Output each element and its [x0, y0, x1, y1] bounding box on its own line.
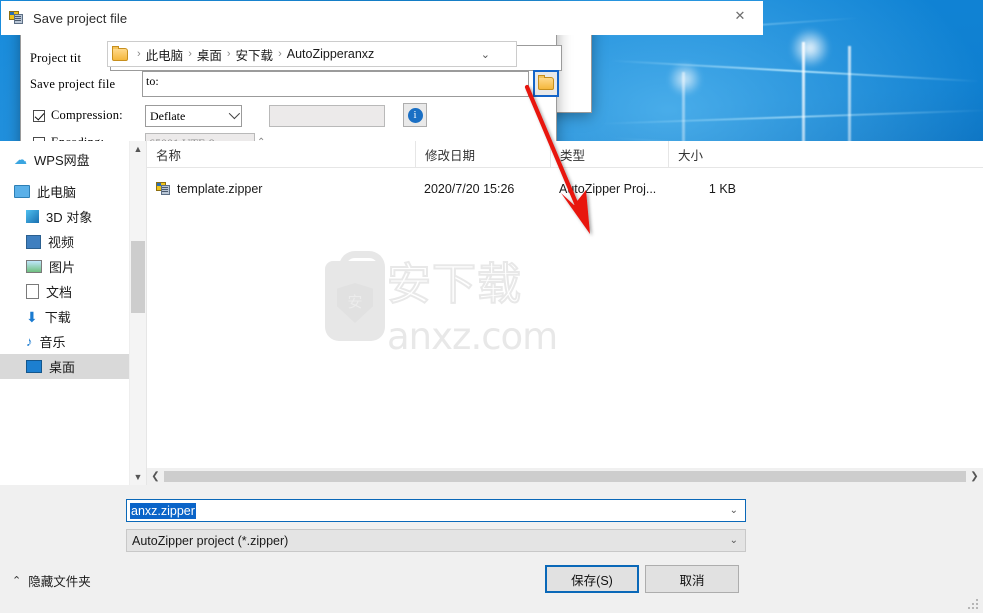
compression-combo[interactable]: Deflate	[145, 105, 242, 127]
nav-item-label: 音乐	[39, 335, 66, 350]
folder-icon	[112, 45, 128, 61]
file-list-hscrollbar[interactable]: ❮ ❯	[147, 468, 983, 485]
column-header-modified[interactable]: 修改日期	[415, 141, 550, 167]
desktop-icon	[26, 360, 42, 373]
table-row[interactable]: template.zipper 2020/7/20 15:26 AutoZipp…	[147, 175, 983, 203]
nav-item-desktop[interactable]: 桌面	[0, 354, 146, 379]
file-size-cell: 1 KB	[708, 182, 736, 196]
save-dialog-close-button[interactable]: ✕	[717, 1, 763, 31]
scroll-up-icon[interactable]: ▲	[130, 141, 146, 157]
breadcrumb-item-3[interactable]: AutoZipperanxz	[287, 47, 375, 61]
navigation-pane-scrollbar[interactable]: ▲ ▼	[129, 141, 146, 485]
watermark-bag-shape	[325, 261, 385, 341]
watermark-brand-en: anxz.com	[387, 315, 558, 358]
save-dialog-titlebar: Save project file ✕	[1, 1, 763, 35]
nav-item-music[interactable]: ♪ 音乐	[0, 329, 146, 354]
file-type-cell: AutoZipper Proj...	[559, 182, 657, 196]
download-icon: ⬇	[26, 308, 38, 325]
nav-item-videos[interactable]: 视频	[0, 229, 146, 254]
nav-item-downloads[interactable]: ⬇ 下载	[0, 304, 146, 329]
nav-item-label: WPS网盘	[34, 153, 90, 168]
save-dialog-content: ☁ WPS网盘 此电脑 3D 对象 视频 图片 文档 ⬇ 下载 ♪ 音乐 桌面 …	[0, 137, 983, 485]
info-icon: i	[407, 107, 423, 123]
scroll-left-icon[interactable]: ❮	[147, 471, 164, 482]
watermark-anxz: 安 安下载 anxz.com	[325, 251, 558, 359]
nav-item-3d-objects[interactable]: 3D 对象	[0, 204, 146, 229]
nav-item-documents[interactable]: 文档	[0, 279, 146, 304]
hide-folders-toggle[interactable]: ⌃ 隐藏文件夹	[12, 571, 91, 590]
nav-item-label: 此电脑	[37, 185, 77, 200]
app-icon	[9, 11, 24, 25]
nav-item-this-pc[interactable]: 此电脑	[0, 179, 146, 204]
chevron-down-icon	[228, 107, 241, 120]
save-dialog-form: 文件名(N): anxz.zipper ⌄ 保存类型(T): AutoZippe…	[0, 485, 983, 613]
breadcrumb-sep: ›	[226, 48, 231, 60]
cloud-icon: ☁	[14, 151, 27, 167]
column-header-name[interactable]: 名称 ⌃	[147, 137, 415, 167]
nav-item-label: 视频	[48, 235, 75, 250]
breadcrumb[interactable]: › 此电脑 › 桌面 › 安下载 › AutoZipperanxz ⌄	[107, 41, 517, 67]
file-list-pane[interactable]: 名称 ⌃ 修改日期 类型 大小 template.zipper 2020/7/2…	[146, 137, 983, 485]
monitor-icon	[14, 185, 30, 198]
scroll-right-icon[interactable]: ❯	[966, 471, 983, 482]
nav-item-label: 文档	[46, 285, 73, 300]
picture-icon	[26, 260, 42, 273]
scrollbar-thumb-horizontal[interactable]	[164, 471, 966, 482]
scrollbar-thumb[interactable]	[131, 241, 145, 313]
breadcrumb-sep: ›	[278, 48, 282, 60]
breadcrumb-dropdown-icon[interactable]: ⌄	[481, 48, 490, 61]
breadcrumb-item-2[interactable]: 安下载	[236, 45, 274, 64]
nav-item-label: 3D 对象	[46, 210, 93, 225]
column-header-type[interactable]: 类型	[550, 141, 668, 167]
filename-value: anxz.zipper	[130, 502, 196, 519]
sort-ascending-icon: ⌃	[257, 137, 266, 148]
breadcrumb-sep: ›	[137, 48, 141, 60]
nav-item-label: 桌面	[49, 360, 76, 375]
compression-value: Deflate	[150, 108, 186, 123]
nav-item-label: 图片	[49, 260, 76, 275]
chevron-down-icon[interactable]: ⌄	[730, 505, 738, 516]
compression-checkbox[interactable]	[33, 110, 45, 122]
file-list-header: 名称 ⌃ 修改日期 类型 大小	[147, 137, 983, 168]
compression-label: Compression:	[51, 108, 123, 122]
filename-input[interactable]: anxz.zipper ⌄	[126, 499, 746, 522]
info-button-top[interactable]: i	[403, 103, 427, 127]
save-dialog-window-buttons: ✕	[717, 1, 763, 31]
folder-open-icon	[538, 75, 554, 90]
breadcrumb-item-1[interactable]: 桌面	[197, 45, 222, 64]
nav-item-pictures[interactable]: 图片	[0, 254, 146, 279]
cancel-button[interactable]: 取消	[645, 565, 739, 593]
file-name-label: template.zipper	[177, 182, 263, 196]
nav-item-label: 下载	[44, 310, 71, 325]
save-project-file-input[interactable]: to:	[142, 71, 529, 97]
watermark-handle-shape	[339, 251, 385, 284]
chevron-down-icon[interactable]: ⌄	[730, 535, 738, 546]
file-name-cell[interactable]: template.zipper	[147, 182, 415, 196]
navigation-pane[interactable]: ☁ WPS网盘 此电脑 3D 对象 视频 图片 文档 ⬇ 下载 ♪ 音乐 桌面 …	[0, 141, 146, 485]
watermark-shield-shape: 安	[337, 283, 373, 323]
breadcrumb-sep: ›	[188, 48, 192, 60]
breadcrumb-item-0[interactable]: 此电脑	[146, 45, 184, 64]
hidden-field-a[interactable]	[269, 105, 385, 127]
music-icon: ♪	[26, 334, 33, 349]
scroll-down-icon[interactable]: ▼	[130, 469, 146, 485]
nav-item-wps[interactable]: ☁ WPS网盘	[0, 147, 146, 172]
column-header-size[interactable]: 大小	[668, 141, 746, 167]
save-button[interactable]: 保存(S)	[545, 565, 639, 593]
save-project-file-label: Save project file	[30, 77, 116, 91]
browse-project-file-button[interactable]	[533, 70, 559, 97]
document-icon	[26, 284, 39, 299]
project-title-label: Project tit	[30, 51, 82, 65]
hide-folders-label: 隐藏文件夹	[28, 575, 91, 589]
video-icon	[26, 234, 41, 249]
resize-grip[interactable]	[968, 599, 978, 609]
save-dialog-title: Save project file	[33, 10, 128, 26]
zipper-file-icon	[156, 182, 171, 196]
watermark-brand-cn: 安下载	[386, 258, 522, 311]
file-modified-cell: 2020/7/20 15:26	[424, 182, 515, 196]
chevron-up-icon: ⌃	[12, 575, 22, 587]
cube-icon	[26, 210, 39, 223]
filetype-select[interactable]: AutoZipper project (*.zipper) ⌄	[126, 529, 746, 552]
filetype-value: AutoZipper project (*.zipper)	[132, 533, 289, 548]
